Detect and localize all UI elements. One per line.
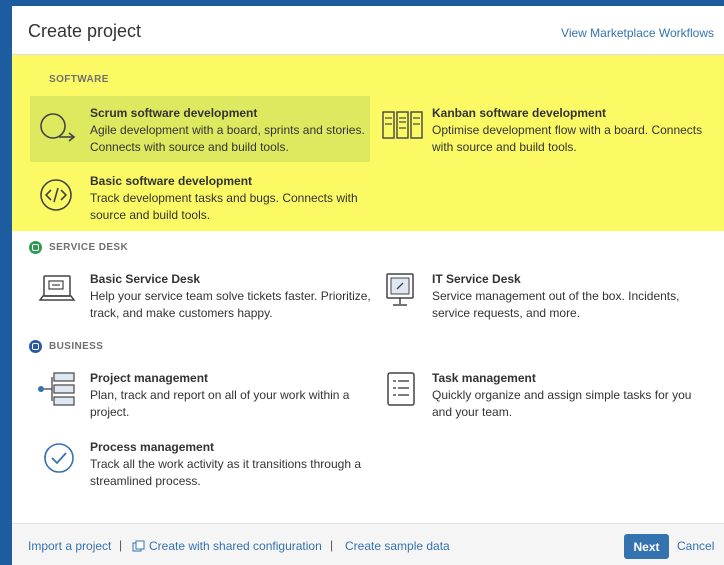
dialog-header: Create project View Marketplace Workflow… bbox=[12, 6, 724, 55]
project-type-basic-software[interactable]: Basic software development Track develop… bbox=[30, 164, 370, 226]
business-section-icon bbox=[29, 340, 42, 353]
project-type-description: Optimise development flow with a board. … bbox=[432, 123, 703, 154]
project-hierarchy-icon bbox=[38, 372, 75, 406]
footer-separator: | bbox=[330, 538, 334, 552]
shared-config-icon bbox=[132, 540, 145, 552]
code-brackets-icon bbox=[40, 179, 72, 211]
dialog-footer: Import a project | Create with shared co… bbox=[12, 523, 724, 565]
project-type-it-service-desk[interactable]: IT Service Desk Service management out o… bbox=[374, 264, 719, 326]
project-type-name: IT Service Desk bbox=[432, 272, 521, 286]
project-type-name: Task management bbox=[432, 371, 536, 385]
project-type-description: Agile development with a board, sprints … bbox=[90, 123, 365, 154]
project-type-description: Track all the work activity as it transi… bbox=[90, 457, 361, 488]
background-edge bbox=[0, 0, 12, 565]
laptop-icon bbox=[38, 275, 76, 301]
service-desk-section-icon bbox=[29, 241, 42, 254]
monitor-icon bbox=[386, 273, 414, 306]
project-type-name: Scrum software development bbox=[90, 106, 258, 120]
project-type-name: Basic Service Desk bbox=[90, 272, 201, 286]
process-check-icon bbox=[44, 443, 74, 473]
project-type-scrum[interactable]: Scrum software development Agile develop… bbox=[30, 96, 370, 162]
project-type-name: Basic software development bbox=[90, 174, 253, 188]
create-with-shared-configuration-link[interactable]: Create with shared configuration bbox=[149, 539, 322, 553]
kanban-board-icon bbox=[382, 111, 423, 139]
project-type-description: Help your service team solve tickets fas… bbox=[90, 289, 371, 320]
project-type-name: Kanban software development bbox=[432, 106, 607, 120]
project-type-description: Quickly organize and assign simple tasks… bbox=[432, 388, 692, 419]
project-type-kanban[interactable]: Kanban software development Optimise dev… bbox=[374, 96, 719, 162]
project-type-name: Project management bbox=[90, 371, 209, 385]
create-project-dialog: Create project View Marketplace Workflow… bbox=[12, 6, 724, 565]
footer-separator: | bbox=[119, 538, 123, 552]
scrum-cycle-icon bbox=[40, 113, 76, 142]
business-section-label: BUSINESS bbox=[49, 341, 104, 352]
view-marketplace-workflows-link[interactable]: View Marketplace Workflows bbox=[561, 26, 714, 40]
import-project-link[interactable]: Import a project bbox=[28, 539, 111, 553]
project-type-description: Track development tasks and bugs. Connec… bbox=[90, 191, 358, 222]
cancel-link[interactable]: Cancel bbox=[677, 539, 714, 553]
project-type-process-management[interactable]: Process management Track all the work ac… bbox=[30, 432, 375, 494]
next-button[interactable]: Next bbox=[624, 534, 669, 559]
create-sample-data-link[interactable]: Create sample data bbox=[345, 539, 450, 553]
software-section-label: SOFTWARE bbox=[49, 74, 109, 85]
project-type-project-management[interactable]: Project management Plan, track and repor… bbox=[30, 363, 370, 425]
project-type-description: Plan, track and report on all of your wo… bbox=[90, 388, 350, 419]
service-desk-section-label: SERVICE DESK bbox=[49, 242, 129, 253]
project-type-task-management[interactable]: Task management Quickly organize and ass… bbox=[374, 363, 719, 425]
project-type-description: Service management out of the box. Incid… bbox=[432, 289, 680, 320]
dialog-title: Create project bbox=[28, 21, 142, 41]
task-list-icon bbox=[387, 372, 415, 406]
project-type-name: Process management bbox=[90, 440, 215, 454]
project-type-basic-service-desk[interactable]: Basic Service Desk Help your service tea… bbox=[30, 264, 371, 326]
